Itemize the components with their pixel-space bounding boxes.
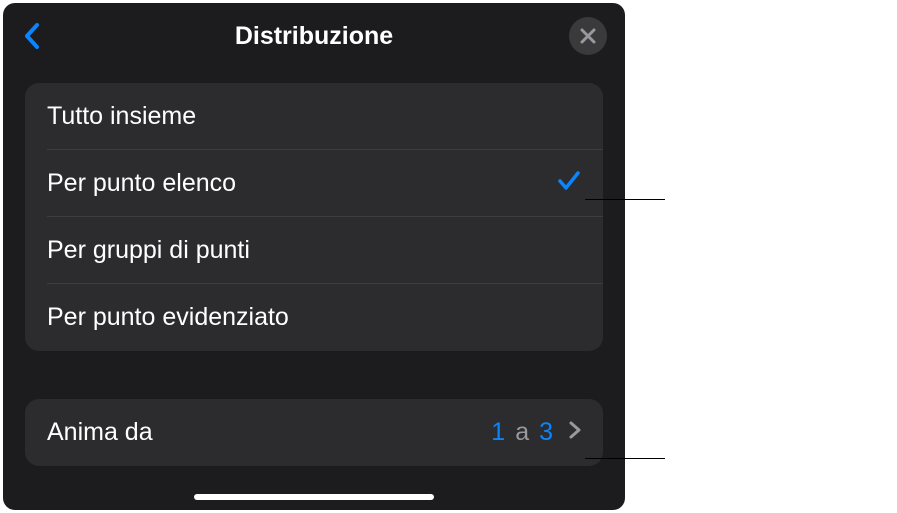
option-by-bullet[interactable]: Per punto elenco [25,150,603,217]
animate-from-label: Anima da [47,418,153,447]
option-by-bullet-group[interactable]: Per gruppi di punti [25,217,603,284]
delivery-options-list: Tutto insieme Per punto elenco Per grupp… [25,83,603,351]
option-label: Per gruppi di punti [47,236,250,265]
panel-title: Distribuzione [235,22,393,51]
animate-to-value: 3 [539,418,553,447]
option-all-at-once[interactable]: Tutto insieme [25,83,603,150]
animate-from-value: 1 [491,418,505,447]
panel-header: Distribuzione [3,3,625,75]
animate-separator: a [515,418,529,447]
callout-line-2 [585,458,665,459]
back-button[interactable] [21,22,43,50]
checkmark-icon [557,169,581,198]
option-label: Per punto evidenziato [47,303,289,332]
option-by-highlighted-bullet[interactable]: Per punto evidenziato [25,284,603,351]
delivery-panel: Distribuzione Tutto insieme Per punto el… [3,3,625,510]
option-label: Tutto insieme [47,102,196,131]
option-label: Per punto elenco [47,169,236,198]
callout-line-1 [585,199,665,200]
animate-range: 1 a 3 [491,418,581,447]
close-icon [580,28,596,44]
close-button[interactable] [569,17,607,55]
panel-content: Tutto insieme Per punto elenco Per grupp… [3,75,625,466]
home-indicator[interactable] [194,494,434,500]
back-chevron-icon [21,22,43,50]
chevron-right-icon [569,421,581,444]
animate-from-row[interactable]: Anima da 1 a 3 [25,399,603,466]
